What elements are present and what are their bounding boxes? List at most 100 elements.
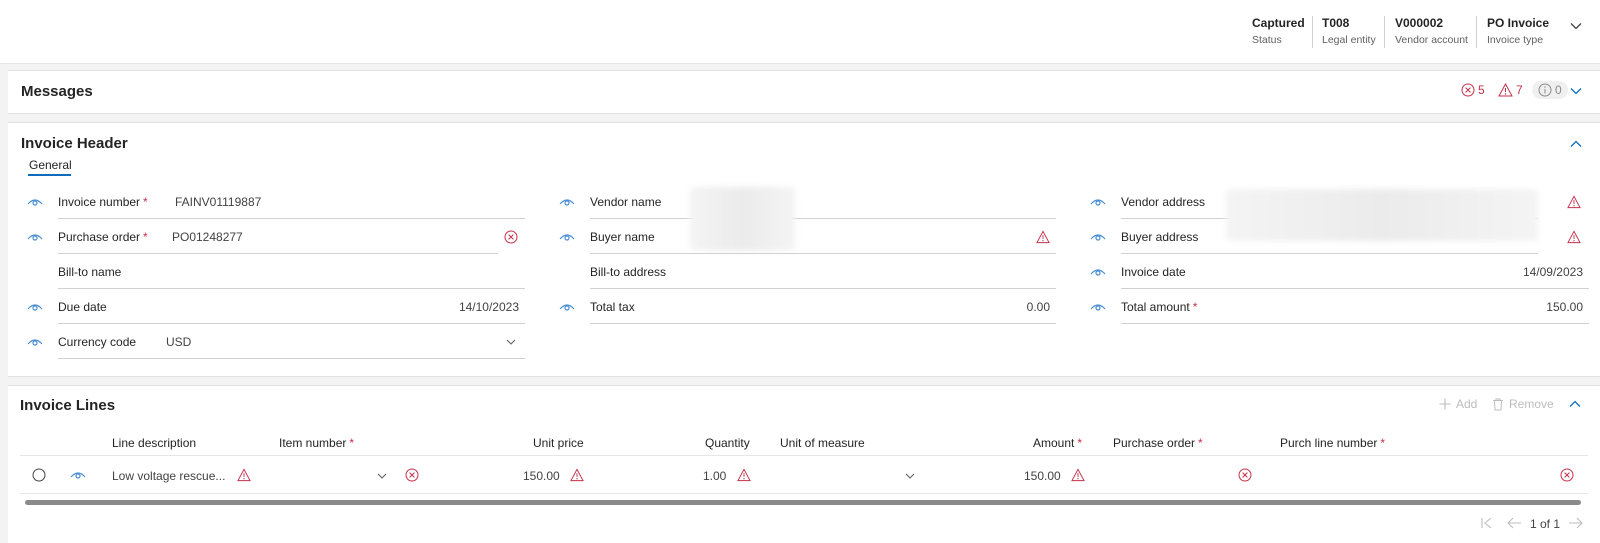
warning-icon[interactable]	[737, 468, 751, 482]
warning-icon[interactable]	[1567, 195, 1581, 209]
eye-icon[interactable]	[1090, 197, 1106, 207]
eye-icon[interactable]	[1090, 302, 1106, 312]
chevron-down-icon[interactable]	[1568, 18, 1584, 34]
error-circle-icon[interactable]	[405, 468, 419, 482]
due-date-value[interactable]: 14/10/2023	[459, 300, 519, 314]
vendor-account-stat: V000002 Vendor account	[1395, 16, 1468, 46]
bill-to-address-field[interactable]: Bill-to address	[590, 254, 1056, 289]
warning-icon[interactable]	[1567, 230, 1581, 244]
purchase-order-field[interactable]: Purchase order * PO01248277	[58, 219, 498, 254]
chevron-up-icon[interactable]	[1567, 396, 1583, 412]
eye-icon[interactable]	[70, 470, 86, 480]
total-amount-field[interactable]: Total amount * 150.00	[1121, 289, 1589, 324]
buyer-address-field[interactable]: Buyer address	[1121, 219, 1538, 254]
due-date-field[interactable]: Due date 14/10/2023	[58, 289, 525, 324]
column-header-amount[interactable]: Amount *	[1033, 436, 1082, 450]
eye-icon[interactable]	[27, 302, 43, 312]
info-count[interactable]: 0	[1532, 81, 1568, 99]
currency-code-value[interactable]: USD	[166, 335, 191, 349]
vendor-address-label: Vendor address	[1121, 195, 1206, 209]
currency-code-label: Currency code	[58, 335, 137, 349]
chevron-down-icon[interactable]	[505, 336, 517, 348]
plus-icon	[1439, 398, 1451, 410]
status-stat: Captured Status	[1252, 16, 1305, 46]
total-tax-value[interactable]: 0.00	[1027, 300, 1050, 314]
warning-icon[interactable]	[1036, 230, 1050, 244]
divider	[1312, 16, 1313, 48]
eye-icon[interactable]	[559, 232, 575, 242]
chevron-down-icon[interactable]	[1568, 83, 1584, 99]
eye-icon[interactable]	[1090, 267, 1106, 277]
invoice-lines-title: Invoice Lines	[20, 397, 116, 414]
invoice-number-field[interactable]: Invoice number * FAINV01119887	[58, 184, 525, 219]
error-circle-icon[interactable]	[1560, 468, 1574, 482]
divider	[1476, 16, 1477, 48]
vendor-name-field[interactable]: Vendor name	[590, 184, 1056, 219]
cell-unit-price[interactable]: 150.00	[523, 469, 560, 483]
vendor-name-label: Vendor name	[590, 195, 662, 209]
cell-line-description[interactable]: Low voltage rescue...	[112, 469, 225, 483]
previous-page-icon[interactable]	[1506, 516, 1522, 530]
invoice-date-value[interactable]: 14/09/2023	[1523, 265, 1583, 279]
horizontal-scrollbar[interactable]	[25, 500, 1581, 505]
eye-icon[interactable]	[27, 232, 43, 242]
purchase-order-value[interactable]: PO01248277	[172, 230, 243, 244]
eye-icon[interactable]	[27, 337, 43, 347]
eye-icon[interactable]	[559, 197, 575, 207]
buyer-name-field[interactable]: Buyer name	[590, 219, 1056, 254]
next-page-icon[interactable]	[1568, 516, 1584, 530]
buyer-address-label: Buyer address	[1121, 230, 1199, 244]
error-circle-icon[interactable]	[504, 230, 518, 244]
chevron-up-icon[interactable]	[1568, 136, 1584, 152]
warning-count[interactable]: 7	[1498, 83, 1523, 97]
error-count-value: 5	[1478, 83, 1485, 97]
tab-underline	[28, 174, 71, 176]
chevron-down-icon[interactable]	[376, 470, 388, 482]
invoice-number-label: Invoice number *	[58, 195, 148, 209]
bill-to-name-field[interactable]: Bill-to name	[58, 254, 525, 289]
error-count[interactable]: 5	[1461, 83, 1485, 97]
vendor-account-value: V000002	[1395, 16, 1444, 30]
remove-label: Remove	[1509, 397, 1554, 411]
column-header-item-number[interactable]: Item number *	[279, 436, 354, 450]
first-page-icon[interactable]	[1480, 516, 1494, 530]
row-select-radio[interactable]	[32, 468, 46, 482]
info-count-value: 0	[1555, 83, 1562, 97]
invoice-number-value[interactable]: FAINV01119887	[175, 195, 261, 209]
info-icon	[1538, 83, 1552, 97]
column-header-purchase-order[interactable]: Purchase order *	[1113, 436, 1203, 450]
column-header-purch-line-number[interactable]: Purch line number *	[1280, 436, 1385, 450]
buyer-name-label: Buyer name	[590, 230, 655, 244]
column-header-unit-of-measure[interactable]: Unit of measure	[780, 436, 865, 450]
total-tax-field[interactable]: Total tax 0.00	[590, 289, 1056, 324]
invoice-date-label: Invoice date	[1121, 265, 1186, 279]
cell-quantity[interactable]: 1.00	[703, 469, 726, 483]
eye-icon[interactable]	[559, 302, 575, 312]
legal-entity-stat: T008 Legal entity	[1322, 16, 1376, 46]
messages-card: Messages 5 7 0	[8, 70, 1600, 114]
eye-icon[interactable]	[1090, 232, 1106, 242]
add-button[interactable]: Add	[1439, 397, 1477, 411]
legal-entity-label: Legal entity	[1322, 34, 1376, 46]
warning-icon[interactable]	[1071, 468, 1085, 482]
trash-icon	[1493, 398, 1503, 410]
warning-icon[interactable]	[570, 468, 584, 482]
chevron-down-icon[interactable]	[904, 470, 916, 482]
column-header-unit-price[interactable]: Unit price	[533, 436, 584, 450]
currency-code-field[interactable]: Currency code USD	[58, 324, 525, 359]
total-amount-value[interactable]: 150.00	[1546, 300, 1583, 314]
tab-general[interactable]: General	[29, 158, 72, 172]
remove-button[interactable]: Remove	[1492, 397, 1554, 411]
invoice-date-field[interactable]: Invoice date 14/09/2023	[1121, 254, 1589, 289]
error-circle-icon[interactable]	[1238, 468, 1252, 482]
warning-count-value: 7	[1516, 83, 1523, 97]
column-header-quantity[interactable]: Quantity	[705, 436, 750, 450]
warning-icon[interactable]	[237, 468, 251, 482]
invoice-type-value: PO Invoice	[1487, 16, 1550, 30]
warning-icon	[1498, 83, 1513, 97]
cell-amount[interactable]: 150.00	[1024, 469, 1061, 483]
eye-icon[interactable]	[27, 197, 43, 207]
add-label: Add	[1456, 397, 1478, 411]
divider	[20, 493, 1588, 494]
column-header-line-description[interactable]: Line description	[112, 436, 196, 450]
